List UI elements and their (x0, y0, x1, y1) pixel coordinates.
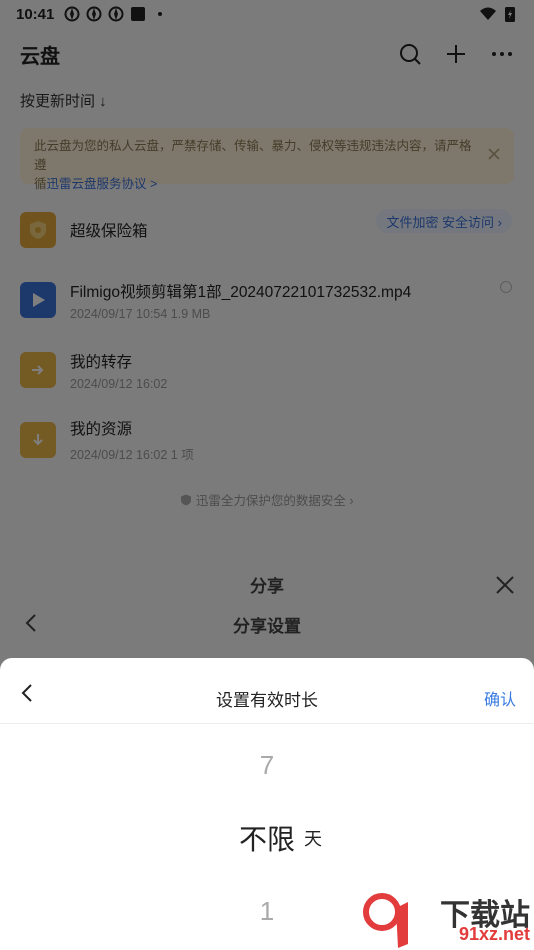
picker-option-above[interactable]: 7 (0, 750, 534, 781)
back-arrow-icon[interactable] (22, 612, 42, 634)
sheet-title: 设置有效时长 (216, 691, 318, 710)
watermark-logo-icon (363, 893, 408, 948)
picker-option-selected[interactable]: 不限 (0, 818, 534, 858)
watermark-url: 91xz.net (458, 924, 530, 944)
sheet-header: 设置有效时长 确认 (0, 658, 534, 724)
close-icon[interactable] (494, 574, 516, 596)
share-settings-title: 分享设置 (233, 617, 301, 636)
share-title: 分享 (250, 577, 284, 596)
share-panel-header: 分享 分享设置 (0, 560, 534, 660)
picker-unit: 天 (304, 829, 322, 849)
watermark: 下载站 91xz.net (360, 888, 534, 950)
confirm-button[interactable]: 确认 (484, 686, 516, 710)
